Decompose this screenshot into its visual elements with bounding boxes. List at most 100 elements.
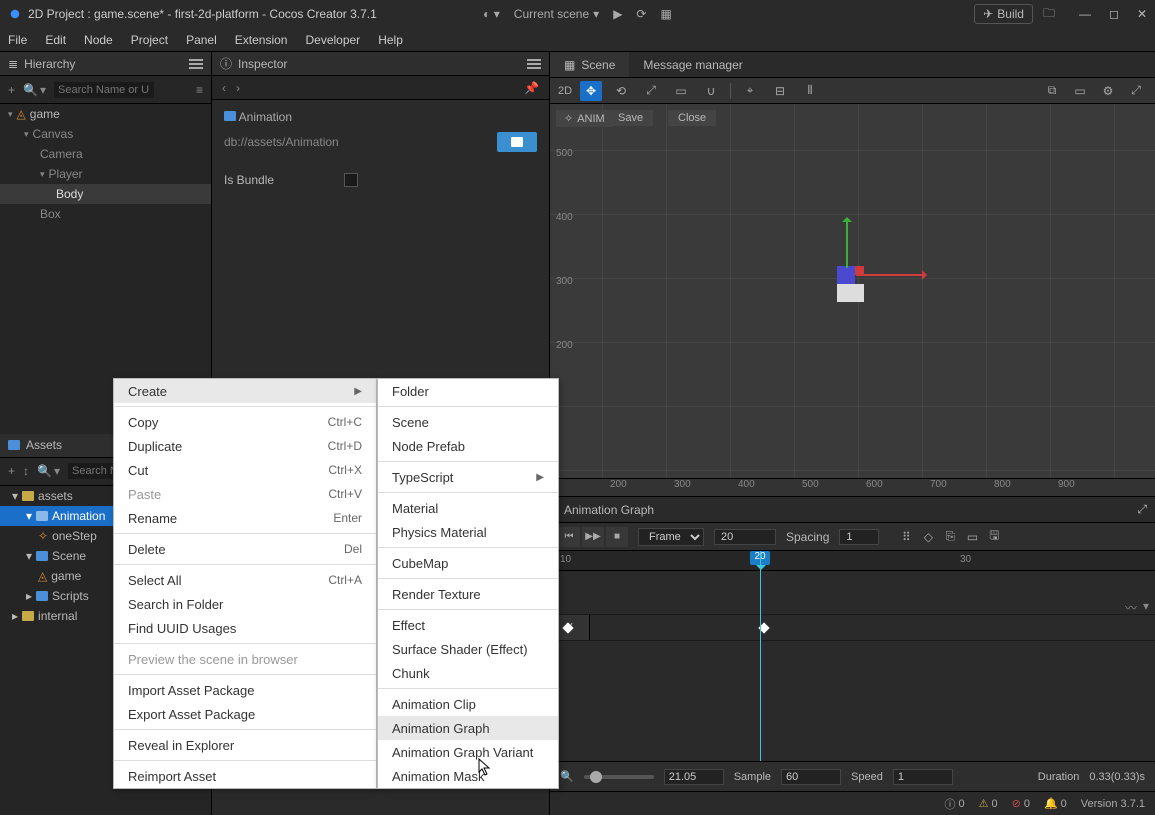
menu-extension[interactable]: Extension (235, 33, 288, 47)
scene-object-head[interactable] (837, 266, 855, 284)
tool-a-icon[interactable]: ⌖ (739, 81, 761, 101)
create-effect[interactable]: Effect (378, 613, 558, 637)
time-ruler[interactable]: 10 30 20 (550, 551, 1155, 571)
info-icon[interactable]: ⓘ (944, 796, 955, 812)
track-y[interactable]: Y (550, 615, 1155, 641)
ctx-preview[interactable]: Preview the scene in browser (114, 647, 376, 671)
pin-icon[interactable]: 📌 (524, 81, 539, 95)
create-render-texture[interactable]: Render Texture (378, 582, 558, 606)
hierarchy-menu-icon[interactable] (189, 59, 203, 69)
spacing-input[interactable] (839, 529, 879, 545)
create-animation-graph[interactable]: Animation Graph (378, 716, 558, 740)
sort-icon[interactable]: ↕ (23, 464, 29, 478)
menu-panel[interactable]: Panel (186, 33, 217, 47)
menu-node[interactable]: Node (84, 33, 113, 47)
step-back-icon[interactable]: ▶▶ (582, 527, 604, 547)
ctx-rename[interactable]: RenameEnter (114, 506, 376, 530)
create-typescript[interactable]: TypeScript▶ (378, 465, 558, 489)
ctx-select-all[interactable]: Select AllCtrl+A (114, 568, 376, 592)
ctx-reimport[interactable]: Reimport Asset (114, 764, 376, 788)
skip-start-icon[interactable]: ⏮ (558, 527, 580, 547)
bell-icon[interactable]: 🔔 (1044, 797, 1058, 810)
back-icon[interactable]: ‹ (222, 81, 226, 95)
ctx-duplicate[interactable]: DuplicateCtrl+D (114, 434, 376, 458)
ctx-copy[interactable]: CopyCtrl+C (114, 410, 376, 434)
move-tool-icon[interactable]: ✥ (580, 81, 602, 101)
frame-select[interactable]: Frame (638, 528, 704, 546)
create-cubemap[interactable]: CubeMap (378, 551, 558, 575)
time-readout[interactable] (664, 769, 724, 785)
tree-node-game[interactable]: ▾◬game (0, 104, 211, 124)
speed-input[interactable] (893, 769, 953, 785)
create-animation-graph-variant[interactable]: Animation Graph Variant (378, 740, 558, 764)
inspector-menu-icon[interactable] (527, 59, 541, 69)
mode-2d[interactable]: 2D (558, 85, 572, 97)
x-axis-gizmo[interactable] (856, 274, 926, 276)
grid-icon[interactable]: ▦ (660, 7, 671, 21)
expand-icon[interactable]: ⤢ (1125, 81, 1147, 101)
create-material[interactable]: Material (378, 496, 558, 520)
build-button[interactable]: ✈ Build (974, 4, 1033, 24)
rotate-tool-icon[interactable]: ⟲ (610, 81, 632, 101)
key-icon[interactable]: ◇ (919, 528, 937, 546)
event-lane[interactable] (550, 571, 1155, 615)
anim-tabs-menu-icon[interactable]: ⤢ (1137, 502, 1155, 517)
create-folder[interactable]: Folder (378, 379, 558, 403)
zoom-slider[interactable] (584, 775, 654, 779)
fwd-icon[interactable]: › (236, 81, 240, 95)
create-chunk[interactable]: Chunk (378, 661, 558, 685)
close-icon[interactable]: ✕ (1137, 7, 1147, 21)
ctx-search-folder[interactable]: Search in Folder (114, 592, 376, 616)
y-axis-gizmo[interactable] (846, 218, 848, 268)
create-animation-mask[interactable]: Animation Mask (378, 764, 558, 788)
tree-node-player[interactable]: ▾Player (0, 164, 211, 184)
tree-node-box[interactable]: Box (0, 204, 211, 224)
ctx-delete[interactable]: DeleteDel (114, 537, 376, 561)
preview-icon[interactable]: ▭ (1069, 81, 1091, 101)
tab-message-manager[interactable]: Message manager (629, 52, 756, 77)
play-button[interactable]: ▶ (613, 7, 622, 21)
close-button[interactable]: Close (668, 110, 716, 126)
scale-tool-icon[interactable]: ⤢ (640, 81, 662, 101)
maximize-icon[interactable]: ◻ (1109, 7, 1119, 21)
create-animation-clip[interactable]: Animation Clip (378, 692, 558, 716)
tab-scene[interactable]: ▦Scene (550, 52, 629, 77)
minimize-icon[interactable]: ― (1079, 7, 1091, 21)
menu-developer[interactable]: Developer (305, 33, 360, 47)
menu-help[interactable]: Help (378, 33, 403, 47)
tree-node-body[interactable]: Body (0, 184, 211, 204)
ctx-export-pkg[interactable]: Export Asset Package (114, 702, 376, 726)
error-icon[interactable]: ⊘ (1012, 797, 1021, 810)
stop-icon[interactable]: ■ (606, 527, 628, 547)
tree-node-canvas[interactable]: ▾Canvas (0, 124, 211, 144)
tool-c-icon[interactable]: ⫴ (799, 81, 821, 101)
menu-project[interactable]: Project (131, 33, 168, 47)
save-icon[interactable]: 🖫 (985, 528, 1003, 546)
save-button[interactable]: Save (608, 110, 653, 126)
is-bundle-checkbox[interactable] (344, 173, 358, 187)
gear-icon[interactable]: ⚙ (1097, 81, 1119, 101)
paste-icon[interactable]: ▭ (963, 528, 981, 546)
create-surface-shader[interactable]: Surface Shader (Effect) (378, 637, 558, 661)
tree-node-camera[interactable]: Camera (0, 144, 211, 164)
curve-icon[interactable]: 〰 (1125, 599, 1137, 616)
menu-edit[interactable]: Edit (45, 33, 66, 47)
ctx-reveal[interactable]: Reveal in Explorer (114, 733, 376, 757)
warn-icon[interactable]: ⚠ (979, 797, 989, 810)
sample-input[interactable] (781, 769, 841, 785)
create-node-prefab[interactable]: Node Prefab (378, 434, 558, 458)
ctx-create[interactable]: Create▶ (114, 379, 376, 403)
create-physics-material[interactable]: Physics Material (378, 520, 558, 544)
scene-dropdown[interactable]: Current scene ▾ (514, 7, 599, 21)
scene-viewport[interactable]: ✧ANIM Save Close 500 400 300 200 (550, 104, 1155, 478)
playhead[interactable] (760, 551, 761, 761)
grid-icon[interactable]: ⠿ (897, 528, 915, 546)
tool-b-icon[interactable]: ⊟ (769, 81, 791, 101)
open-in-explorer-button[interactable] (497, 132, 537, 152)
zoom-out-icon[interactable]: 🔍 (560, 770, 574, 783)
rect-tool-icon[interactable]: ▭ (670, 81, 692, 101)
ctx-cut[interactable]: CutCtrl+X (114, 458, 376, 482)
ctx-paste[interactable]: PasteCtrl+V (114, 482, 376, 506)
ctx-import-pkg[interactable]: Import Asset Package (114, 678, 376, 702)
anchor-tool-icon[interactable]: ∪ (700, 81, 722, 101)
